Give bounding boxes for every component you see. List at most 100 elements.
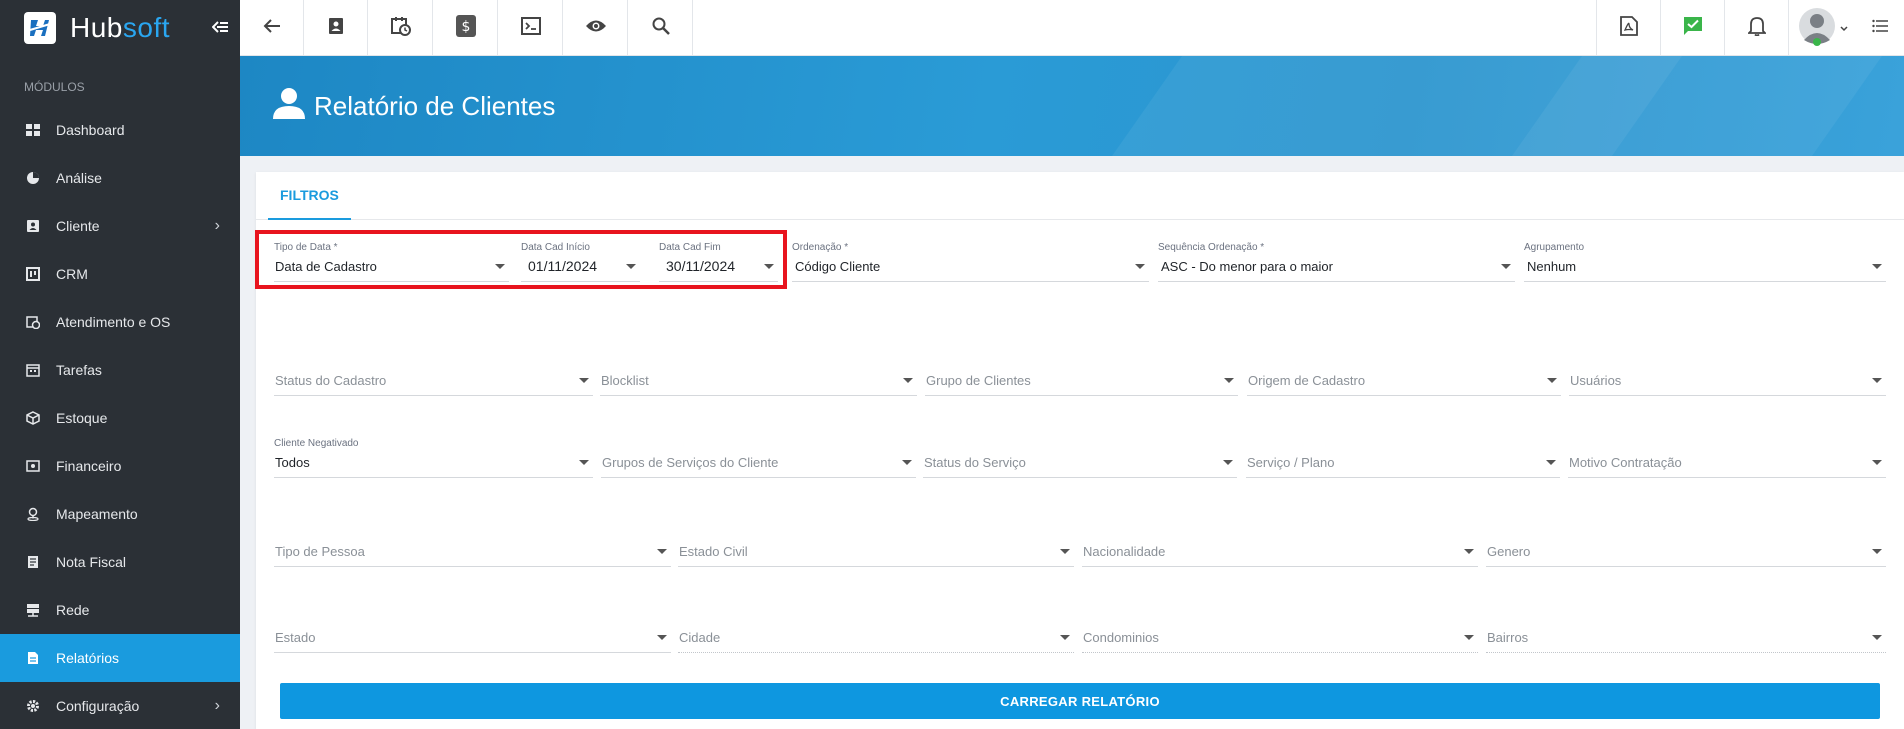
contacts-button[interactable] bbox=[304, 0, 368, 56]
estado-select[interactable]: Estado bbox=[274, 613, 671, 653]
sidebar-item-label: Dashboard bbox=[56, 122, 125, 138]
field-placeholder: Grupo de Clientes bbox=[926, 373, 1031, 388]
estado-civil-select[interactable]: Estado Civil bbox=[678, 527, 1074, 567]
agrupamento-select[interactable]: Agrupamento Nenhum bbox=[1524, 242, 1886, 282]
sidebar-item-label: Relatórios bbox=[56, 650, 120, 666]
field-placeholder: Status do Cadastro bbox=[275, 373, 387, 388]
nacionalidade-select[interactable]: Nacionalidade bbox=[1082, 527, 1478, 567]
brand-name: Hubsoft bbox=[70, 12, 170, 44]
cidade-select[interactable]: Cidade bbox=[678, 613, 1074, 653]
sidebar-item-mapeamento[interactable]: Mapeamento bbox=[0, 490, 240, 538]
modules-section-label: MÓDULOS bbox=[24, 80, 85, 94]
map-pin-icon bbox=[24, 505, 42, 523]
condominios-select[interactable]: Condominios bbox=[1082, 613, 1478, 653]
checkmark-chat-icon bbox=[1683, 16, 1703, 41]
caret-down-icon bbox=[1872, 549, 1882, 554]
caret-down-icon bbox=[657, 635, 667, 640]
field-placeholder: Cidade bbox=[679, 630, 721, 645]
sidebar-item-configuracao[interactable]: Configuração › bbox=[0, 682, 240, 729]
ordenacao-select[interactable]: Ordenação * Código Cliente bbox=[792, 242, 1149, 282]
blocklist-select[interactable]: Blocklist bbox=[600, 356, 917, 396]
view-button[interactable] bbox=[564, 0, 628, 56]
caret-down-icon bbox=[1464, 549, 1474, 554]
sequencia-ordenacao-select[interactable]: Sequência Ordenação * ASC - Do menor par… bbox=[1158, 242, 1515, 282]
field-placeholder: Estado bbox=[275, 630, 316, 645]
sidebar-collapse-icon[interactable] bbox=[211, 18, 228, 39]
back-button[interactable] bbox=[240, 0, 304, 56]
field-placeholder: Genero bbox=[1487, 544, 1531, 559]
sidebar-item-analise[interactable]: Análise bbox=[0, 154, 240, 202]
finance-button[interactable]: $ bbox=[434, 0, 498, 56]
sidebar-item-crm[interactable]: CRM bbox=[0, 250, 240, 298]
grupos-servicos-select[interactable]: Grupos de Serviços do Cliente bbox=[601, 438, 916, 478]
sidebar-item-estoque[interactable]: Estoque bbox=[0, 394, 240, 442]
sidebar-item-label: Estoque bbox=[56, 410, 108, 426]
status-cadastro-select[interactable]: Status do Cadastro bbox=[274, 356, 593, 396]
contact-icon bbox=[328, 17, 344, 40]
page-title: Relatório de Clientes bbox=[272, 86, 555, 127]
page-title-text: Relatório de Clientes bbox=[314, 91, 556, 121]
sidebar-item-label: Configuração bbox=[56, 698, 140, 714]
calendar-clock-icon bbox=[390, 16, 411, 41]
sidebar: Hubsoft MÓDULOS Dashboard Análise Client… bbox=[0, 0, 240, 729]
usuarios-select[interactable]: Usuários bbox=[1569, 356, 1886, 396]
tipo-pessoa-select[interactable]: Tipo de Pessoa bbox=[274, 527, 671, 567]
options-menu-button[interactable] bbox=[1856, 0, 1904, 56]
tasks-done-button[interactable] bbox=[1660, 0, 1724, 56]
field-value: Todos bbox=[275, 455, 310, 470]
field-placeholder: Tipo de Pessoa bbox=[275, 544, 365, 559]
genero-select[interactable]: Genero bbox=[1486, 527, 1886, 567]
terminal-button[interactable] bbox=[499, 0, 563, 56]
origem-cadastro-select[interactable]: Origem de Cadastro bbox=[1247, 356, 1561, 396]
sidebar-item-relatorios[interactable]: Relatórios bbox=[0, 634, 240, 682]
sidebar-item-label: Rede bbox=[56, 602, 90, 618]
sidebar-item-label: Tarefas bbox=[56, 362, 102, 378]
contact-card-icon bbox=[24, 217, 42, 235]
field-label: Sequência Ordenação * bbox=[1158, 242, 1265, 253]
sidebar-item-label: CRM bbox=[56, 266, 88, 282]
servico-plano-select[interactable]: Serviço / Plano bbox=[1246, 438, 1560, 478]
cliente-negativado-select[interactable]: Cliente Negativado Todos bbox=[274, 438, 593, 478]
hubsoft-logo[interactable] bbox=[24, 12, 56, 44]
caret-down-icon bbox=[579, 460, 589, 465]
caret-down-icon bbox=[1224, 378, 1234, 383]
search-button[interactable] bbox=[629, 0, 693, 56]
eye-icon bbox=[585, 19, 607, 38]
status-servico-select[interactable]: Status do Serviço bbox=[923, 438, 1237, 478]
field-placeholder: Motivo Contratação bbox=[1569, 455, 1682, 470]
sidebar-item-atendimento[interactable]: Atendimento e OS bbox=[0, 298, 240, 346]
schedule-button[interactable] bbox=[369, 0, 433, 56]
field-placeholder: Bairros bbox=[1487, 630, 1529, 645]
user-menu[interactable] bbox=[1788, 0, 1856, 56]
receipt-icon bbox=[24, 553, 42, 571]
notifications-button[interactable] bbox=[1724, 0, 1788, 56]
field-label: Cliente Negativado bbox=[274, 438, 359, 449]
load-report-button[interactable]: CARREGAR RELATÓRIO bbox=[280, 683, 1880, 719]
tab-filtros[interactable]: FILTROS bbox=[268, 172, 351, 220]
search-icon bbox=[652, 17, 670, 40]
caret-down-icon bbox=[1546, 460, 1556, 465]
caret-down-icon bbox=[1135, 264, 1145, 269]
caret-down-icon bbox=[1464, 635, 1474, 640]
caret-down-icon bbox=[1872, 264, 1882, 269]
page-header: Relatório de Clientes bbox=[240, 56, 1904, 156]
field-value: ASC - Do menor para o maior bbox=[1161, 259, 1333, 274]
calendar-tasks-icon bbox=[24, 361, 42, 379]
back-arrow-icon bbox=[263, 18, 281, 39]
person-icon bbox=[272, 86, 306, 127]
bairros-select[interactable]: Bairros bbox=[1486, 613, 1886, 653]
list-menu-icon bbox=[1872, 19, 1888, 38]
sidebar-item-cliente[interactable]: Cliente › bbox=[0, 202, 240, 250]
sidebar-item-rede[interactable]: Rede bbox=[0, 586, 240, 634]
sidebar-item-nota-fiscal[interactable]: Nota Fiscal bbox=[0, 538, 240, 586]
field-value: Nenhum bbox=[1527, 259, 1577, 274]
caret-down-icon bbox=[657, 549, 667, 554]
motivo-contratacao-select[interactable]: Motivo Contratação bbox=[1568, 438, 1886, 478]
sidebar-item-dashboard[interactable]: Dashboard bbox=[0, 106, 240, 154]
grupo-clientes-select[interactable]: Grupo de Clientes bbox=[925, 356, 1238, 396]
field-placeholder: Blocklist bbox=[601, 373, 649, 388]
field-placeholder: Estado Civil bbox=[679, 544, 748, 559]
sidebar-item-financeiro[interactable]: Financeiro bbox=[0, 442, 240, 490]
pdf-button[interactable] bbox=[1596, 0, 1660, 56]
sidebar-item-tarefas[interactable]: Tarefas bbox=[0, 346, 240, 394]
